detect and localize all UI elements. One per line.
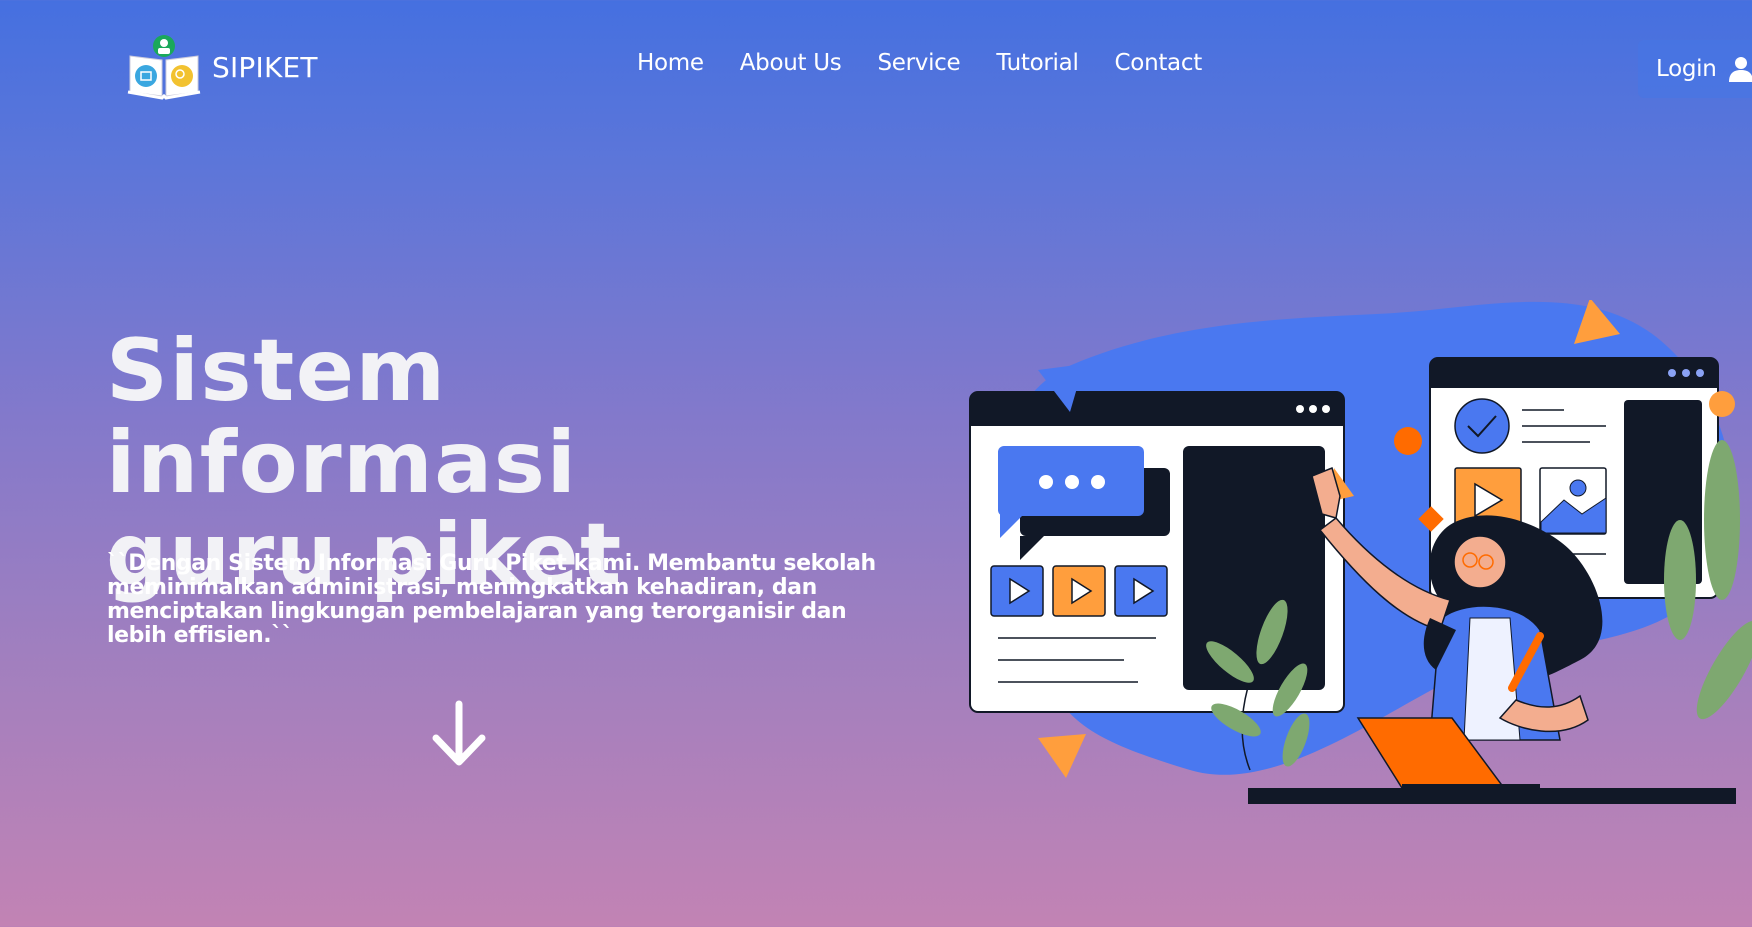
main-nav: Home About Us Service Tutorial Contact <box>637 50 1238 76</box>
nav-link-tutorial[interactable]: Tutorial <box>996 50 1078 76</box>
hero-title-line1: Sistem informasi <box>106 321 578 513</box>
nav-link-service[interactable]: Service <box>877 50 960 76</box>
login-label: Login <box>1656 56 1717 82</box>
nav-link-about-us[interactable]: About Us <box>740 50 842 76</box>
navbar: SIPIKET Home About Us Service Tutorial C… <box>0 0 1752 135</box>
nav-link-contact[interactable]: Contact <box>1115 50 1203 76</box>
brand-name: SIPIKET <box>212 50 318 84</box>
brand[interactable]: SIPIKET <box>126 34 318 100</box>
nav-link-home[interactable]: Home <box>637 50 704 76</box>
hero-description: ``Dengan Sistem Informasi Guru Piket kam… <box>107 551 876 648</box>
login-button[interactable]: Login <box>1638 40 1752 98</box>
online-learning-illustration <box>969 300 1752 804</box>
user-icon <box>1728 57 1752 82</box>
book-logo-icon <box>127 35 201 100</box>
arrow-down-icon[interactable] <box>430 700 488 768</box>
